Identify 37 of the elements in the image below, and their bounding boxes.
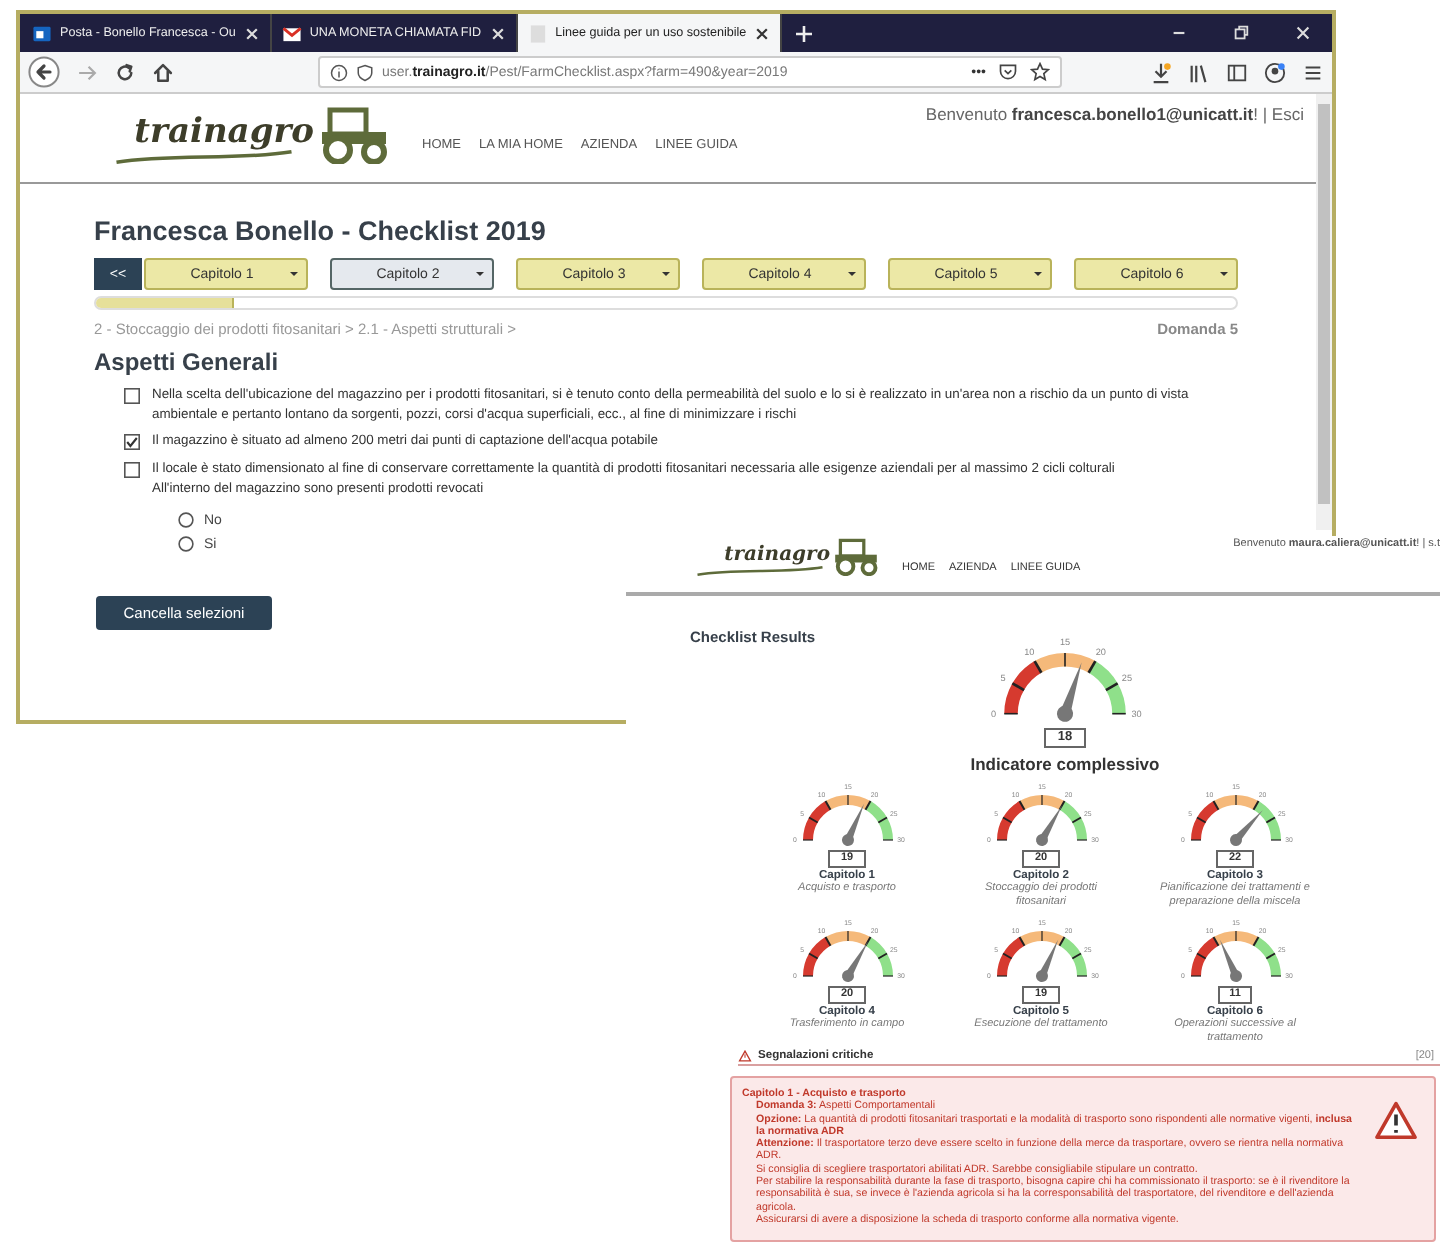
info-icon[interactable] (330, 63, 348, 81)
warning-icon (1374, 1100, 1418, 1140)
gauge-dial (1189, 794, 1281, 841)
section-title: Aspetti Generali (94, 348, 281, 376)
welcome-text: Benvenuto francesca.bonello1@unicatt.it! | Esci (925, 104, 1304, 124)
new-tab-icon[interactable] (794, 23, 815, 43)
pocket-icon[interactable] (998, 62, 1018, 82)
restore-icon[interactable] (1232, 24, 1250, 42)
gauge-dial (1189, 930, 1281, 977)
gauge-dial (801, 930, 893, 977)
page-title: Francesca Bonello - Checklist 2019 (94, 216, 548, 246)
account-icon[interactable] (1264, 61, 1286, 83)
back-icon[interactable] (28, 56, 60, 88)
checkbox[interactable] (124, 434, 140, 450)
home-icon[interactable] (152, 61, 174, 83)
library-icon[interactable] (1188, 61, 1210, 83)
sidebar-icon[interactable] (1226, 61, 1248, 83)
download-icon[interactable] (1150, 61, 1172, 83)
warning-icon (738, 1050, 752, 1062)
reload-icon[interactable] (114, 61, 136, 83)
scrollbar-thumb[interactable] (1318, 104, 1330, 504)
scrollbar[interactable] (1316, 94, 1332, 530)
star-icon[interactable] (1030, 62, 1050, 82)
page-icon (527, 23, 548, 43)
radio-button[interactable] (178, 536, 194, 552)
shield-icon[interactable] (356, 63, 374, 81)
gauge-dial (995, 930, 1087, 977)
gauge-title: Indicatore complessivo (970, 754, 1160, 774)
close-icon[interactable] (754, 25, 771, 41)
checkbox[interactable] (124, 388, 140, 404)
gauge-dial (995, 794, 1087, 841)
menu-icon[interactable] (1302, 61, 1324, 83)
gauge-dial (801, 794, 893, 841)
logo-text: trainagro (724, 544, 830, 566)
logo-text: trainagro (134, 114, 314, 150)
checkbox[interactable] (124, 461, 140, 477)
radio-button[interactable] (178, 512, 194, 528)
